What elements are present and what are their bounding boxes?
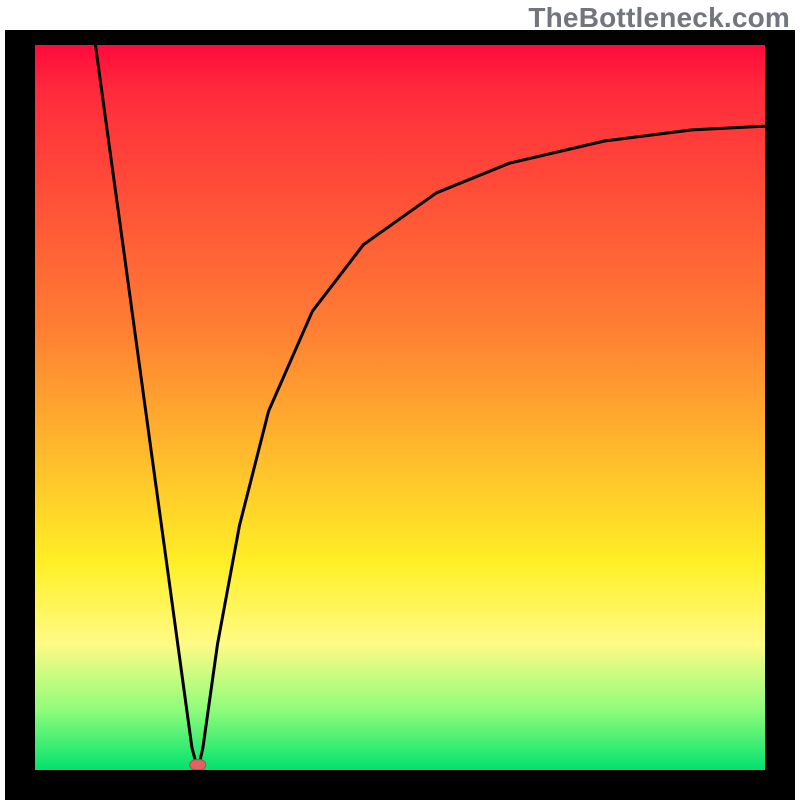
bottleneck-chart	[5, 30, 795, 800]
minimum-marker	[190, 760, 206, 770]
chart-svg	[5, 30, 795, 800]
